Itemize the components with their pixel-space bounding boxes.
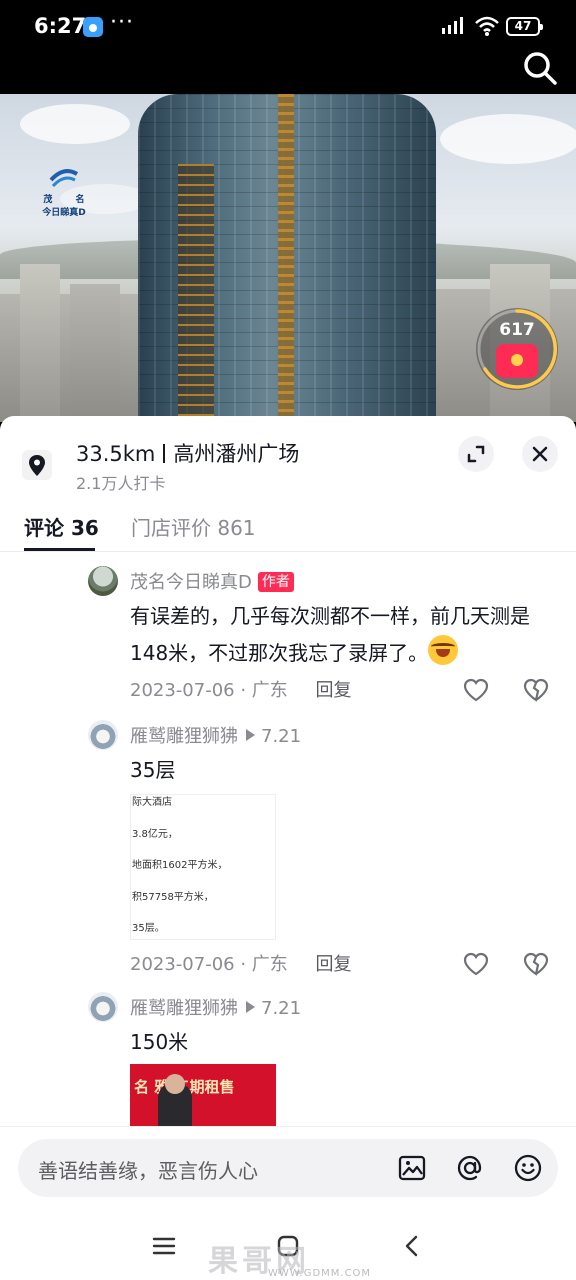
comment-username[interactable]: 雁鹫雕狸狮狒 7.21 — [130, 994, 301, 1020]
tab-bar: 评论 36 门店评价 861 — [0, 508, 576, 552]
reply-arrow-icon — [246, 729, 255, 741]
menu-icon[interactable] — [150, 1232, 178, 1260]
red-packet-widget[interactable]: 617 — [476, 308, 558, 390]
author-badge: 作者 — [257, 572, 294, 592]
title-separator — [163, 444, 166, 463]
comment-image[interactable]: 名 雅 三期租售 — [130, 1064, 276, 1130]
comment-date: 2023-07-06 · 广东 — [130, 680, 288, 701]
comment-date: 2023-07-06 · 广东 — [130, 954, 288, 975]
expand-icon — [467, 445, 485, 463]
wifi-icon — [475, 16, 499, 36]
back-icon[interactable] — [398, 1232, 426, 1260]
avatar[interactable] — [88, 992, 118, 1022]
comment-text: 有误差的，几乎每次测都不一样，前几天测是148米，不过那次我忘了录屏了。 — [130, 604, 530, 665]
dislike-broken-heart-icon[interactable] — [522, 676, 550, 704]
status-time: 6:27 — [34, 14, 87, 38]
reply-arrow-icon — [246, 1001, 255, 1013]
location-distance: 33.5km — [76, 442, 156, 466]
video-top-bar — [0, 42, 576, 94]
laughing-emoji-icon — [428, 635, 459, 665]
mention-at-icon[interactable] — [454, 1152, 486, 1184]
close-icon — [532, 446, 548, 462]
comment-input[interactable]: 善语结善缘，恶言伤人心 — [18, 1139, 558, 1197]
system-nav-bar: 果哥网 WWW.GDMM.COM — [0, 1216, 576, 1280]
more-notifications-icon: ··· — [110, 10, 134, 35]
emoji-smiley-icon[interactable] — [512, 1152, 544, 1184]
reply-target: 7.21 — [261, 726, 302, 747]
red-packet-count: 617 — [499, 320, 535, 340]
avatar[interactable] — [88, 720, 118, 750]
close-button[interactable] — [522, 436, 558, 472]
reply-button[interactable]: 回复 — [316, 680, 352, 701]
location-title[interactable]: 33.5km 高州潘州广场 — [76, 438, 299, 468]
location-name: 高州潘州广场 — [173, 442, 300, 466]
channel-logo: 茂 名 今日睇真D — [24, 166, 104, 236]
comment-image[interactable]: 际大酒店 3.8亿元， 地面积1602平方米， 积57758平方米， 35层。 — [130, 794, 276, 940]
baidu-app-icon — [83, 17, 103, 37]
signal-icon — [442, 17, 463, 34]
reply-button[interactable]: 回复 — [316, 954, 352, 975]
dislike-broken-heart-icon[interactable] — [522, 950, 550, 978]
checkin-count: 2.1万人打卡 — [76, 474, 166, 493]
comment-username[interactable]: 茂名今日睇真D 作者 — [130, 568, 294, 594]
search-icon[interactable] — [522, 50, 558, 86]
expand-button[interactable] — [458, 436, 494, 472]
avatar[interactable] — [88, 566, 118, 596]
like-heart-icon[interactable] — [462, 950, 490, 978]
like-heart-icon[interactable] — [462, 676, 490, 704]
comment-text: 150米 — [130, 1030, 189, 1054]
video-player[interactable]: 茂 名 今日睇真D 617 — [0, 42, 576, 422]
tab-comments[interactable]: 评论 36 — [24, 512, 99, 541]
image-picker-icon[interactable] — [396, 1152, 428, 1184]
comment-text: 35层 — [130, 758, 176, 782]
location-pin-icon — [22, 450, 52, 480]
comment-username[interactable]: 雁鹫雕狸狮狒 7.21 — [130, 722, 301, 748]
red-envelope-icon — [496, 344, 538, 378]
comment-meta: 2023-07-06 · 广东 回复 — [130, 950, 352, 976]
comment-meta: 2023-07-06 · 广东 回复 — [130, 676, 352, 702]
battery-indicator: 47 — [506, 17, 543, 36]
tab-store-reviews[interactable]: 门店评价 861 — [131, 512, 256, 541]
reply-target: 7.21 — [261, 998, 302, 1019]
input-placeholder: 善语结善缘，恶言伤人心 — [38, 1159, 258, 1183]
comment-sheet: 33.5km 高州潘州广场 2.1万人打卡 评论 36 门店评价 861 茂名今日… — [0, 416, 576, 1280]
comment-input-bar: 善语结善缘，恶言伤人心 — [0, 1126, 576, 1216]
watermark-url: WWW.GDMM.COM — [268, 1268, 372, 1279]
divider — [0, 551, 576, 552]
